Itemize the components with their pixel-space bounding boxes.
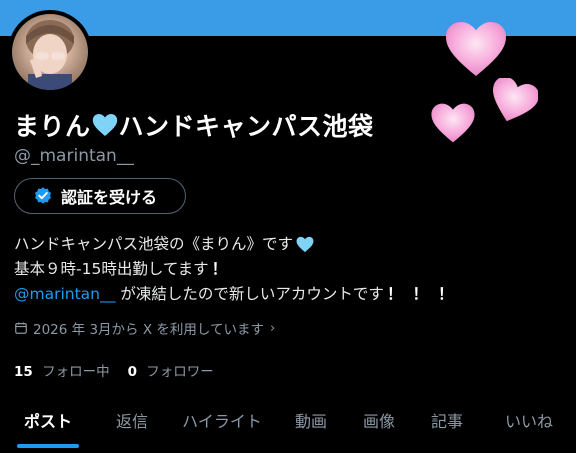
calendar-icon bbox=[15, 322, 27, 334]
exclamation-icon: ！ bbox=[386, 285, 403, 303]
tab-label: 動画 bbox=[294, 412, 327, 431]
display-name-part2: ハンドキャンパス池袋 bbox=[118, 112, 374, 141]
profile-tabs: ポスト 返信 ハイライト 動画 画像 記事 いいね bbox=[0, 400, 576, 453]
profile-bio: ハンドキャンパス池袋の《まりん》です 基本９時-15時出勤してます ！ @mar… bbox=[14, 232, 453, 307]
bio-text-2: 基本９時-15時出勤してます bbox=[14, 260, 209, 278]
light-blue-heart-icon bbox=[92, 114, 117, 136]
tab-likes[interactable]: いいね bbox=[482, 400, 576, 440]
follow-stats: 15 フォロー中 0 フォロワー bbox=[14, 360, 214, 380]
pink-heart-icon bbox=[493, 78, 538, 122]
light-blue-heart-icon bbox=[296, 236, 314, 253]
bio-line-3: @marintan__ が凍結したので新しいアカウントです ！ ！ ！ bbox=[14, 282, 453, 307]
followers-link[interactable]: 0 フォロワー bbox=[128, 360, 214, 380]
tab-highlights[interactable]: ハイライト bbox=[168, 400, 276, 440]
tab-label: 返信 bbox=[115, 412, 148, 431]
profile-display-name: まりん ハンドキャンパス池袋 bbox=[14, 107, 374, 143]
get-verified-button[interactable]: 認証を受ける bbox=[14, 178, 186, 214]
tab-articles[interactable]: 記事 bbox=[412, 400, 482, 440]
joined-date-row[interactable]: 2026 年 3月から X を利用しています › bbox=[14, 318, 275, 338]
avatar[interactable] bbox=[8, 10, 92, 94]
bio-text-1: ハンドキャンパス池袋の《まりん》です bbox=[14, 235, 294, 253]
followers-count: 0 bbox=[127, 364, 137, 380]
exclamation-icon: ！ bbox=[437, 285, 454, 303]
exclamation-icon: ！ bbox=[211, 260, 228, 278]
followers-label: フォロワー bbox=[146, 364, 214, 380]
get-verified-label: 認証を受ける bbox=[61, 188, 158, 207]
profile-handle: @_marintan__ bbox=[14, 146, 134, 166]
avatar-photo bbox=[12, 14, 88, 90]
tab-replies[interactable]: 返信 bbox=[96, 400, 168, 440]
tab-videos[interactable]: 動画 bbox=[276, 400, 346, 440]
tab-label: いいね bbox=[504, 412, 553, 431]
following-link[interactable]: 15 フォロー中 bbox=[14, 360, 110, 380]
verified-badge-icon bbox=[35, 187, 51, 204]
following-label: フォロー中 bbox=[42, 364, 110, 380]
chevron-right-icon: › bbox=[269, 320, 276, 336]
pink-heart-icon bbox=[446, 22, 506, 76]
active-tab-indicator bbox=[17, 444, 79, 448]
tab-images[interactable]: 画像 bbox=[346, 400, 412, 440]
tab-posts[interactable]: ポスト bbox=[0, 400, 96, 448]
tab-label: 記事 bbox=[430, 412, 463, 431]
bio-line-2: 基本９時-15時出勤してます ！ bbox=[14, 257, 453, 282]
pink-heart-icon bbox=[431, 103, 475, 143]
display-name-part1: まりん bbox=[14, 112, 91, 141]
bio-line-1: ハンドキャンパス池袋の《まりん》です bbox=[14, 232, 453, 257]
profile-page: まりん ハンドキャンパス池袋 @_marintan__ 認証を受ける ハンドキャ… bbox=[0, 0, 576, 453]
bio-mention-link[interactable]: @marintan__ bbox=[14, 282, 116, 307]
following-count: 15 bbox=[14, 364, 33, 380]
bio-text-3: が凍結したので新しいアカウントです bbox=[115, 285, 384, 303]
tab-label: ハイライト bbox=[182, 412, 262, 431]
heart-stickers bbox=[430, 20, 550, 150]
tab-label: 画像 bbox=[362, 412, 395, 431]
tab-label: ポスト bbox=[23, 412, 72, 431]
exclamation-icon: ！ bbox=[412, 285, 428, 303]
joined-date-text: 2026 年 3月から X を利用しています bbox=[33, 322, 264, 338]
